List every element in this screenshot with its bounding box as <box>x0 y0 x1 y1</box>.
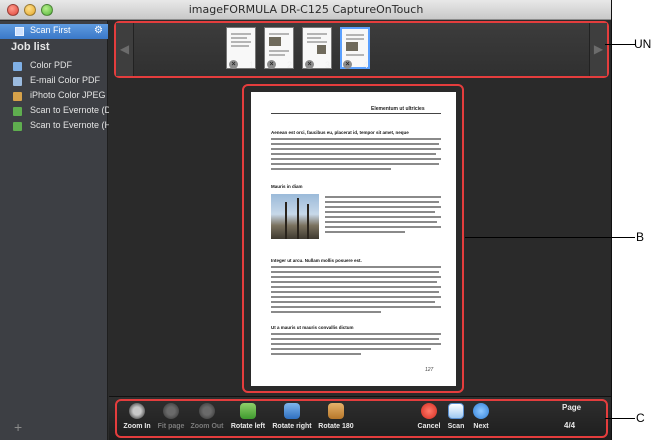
scan-first-item[interactable]: Scan First ⚙ <box>0 24 108 39</box>
sidebar-item-label: Color PDF <box>30 60 73 70</box>
rotate-right-icon <box>284 403 300 419</box>
cancel-button[interactable]: Cancel <box>415 403 443 430</box>
sidebar-item-label: iPhoto Color JPEG <box>30 90 106 100</box>
callout-label-c: C <box>636 411 645 425</box>
rotate-180-button[interactable]: Rotate 180 <box>317 403 355 430</box>
sidebar: Scan First ⚙ Job list Color PDF E-mail C… <box>0 21 119 440</box>
remove-page-icon[interactable]: × <box>305 60 314 69</box>
page-heading: Ut a mauris ut mauris convallis dictum <box>271 325 354 330</box>
evernote-icon <box>13 122 22 131</box>
page-label: Page <box>562 403 582 412</box>
page-heading: Aenean est orci, faucibus eu, placerat i… <box>271 130 409 135</box>
window-title: imageFORMULA DR-C125 CaptureOnTouch <box>188 3 424 16</box>
thumbnail-number: 1 <box>249 60 255 70</box>
sidebar-item-email-color-pdf[interactable]: E-mail Color PDF <box>0 74 108 89</box>
scan-button[interactable]: Scan <box>445 403 467 430</box>
add-job-button[interactable]: + <box>14 420 22 434</box>
rotate-left-icon <box>240 403 256 419</box>
page-heading: Mauris in diam <box>271 184 303 189</box>
callout-line-c <box>605 418 635 419</box>
rotate-right-button[interactable]: Rotate right <box>271 403 313 430</box>
cancel-icon <box>421 403 437 419</box>
job-list-heading: Job list <box>11 41 50 53</box>
sidebar-item-label: Scan to Evernote (D... <box>30 105 119 115</box>
remove-page-icon[interactable]: × <box>229 60 238 69</box>
rotate-180-icon <box>328 403 344 419</box>
scan-first-label: Scan First <box>30 25 71 35</box>
sidebar-item-label: Scan to Evernote (H... <box>30 120 119 130</box>
remove-page-icon[interactable]: × <box>267 60 276 69</box>
sidebar-item-evernote-d[interactable]: Scan to Evernote (D... <box>0 104 119 119</box>
thumbnail-strip: ◀ ▶ × 1 × 2 × 3 × 4 <box>114 21 609 78</box>
next-button[interactable]: Next <box>469 403 493 430</box>
sidebar-item-color-pdf[interactable]: Color PDF <box>0 59 108 74</box>
callout-line-a <box>605 44 635 45</box>
remove-page-icon[interactable]: × <box>343 60 352 69</box>
thumbnail-number: 2 <box>287 60 293 70</box>
sidebar-item-evernote-h[interactable]: Scan to Evernote (H... <box>0 119 119 134</box>
evernote-icon <box>13 107 22 116</box>
page-count: 4/4 <box>564 421 576 430</box>
title-bar[interactable]: imageFORMULA DR-C125 CaptureOnTouch <box>0 0 611 20</box>
rotate-left-button[interactable]: Rotate left <box>229 403 267 430</box>
mail-doc-icon <box>13 77 22 86</box>
page-photo <box>271 194 319 239</box>
thumbnail-next-button[interactable]: ▶ <box>589 23 607 76</box>
main-area: ◀ ▶ × 1 × 2 × 3 × 4 Elementum ut ultrici… <box>109 21 611 440</box>
bottom-toolbar: Zoom In Fit page Zoom Out Rotate left Ro… <box>109 396 611 440</box>
zoom-out-button[interactable]: Zoom Out <box>189 403 225 430</box>
page-number: 127 <box>425 367 434 373</box>
zoom-out-icon <box>199 403 215 419</box>
thumbnail-number: 3 <box>325 60 331 70</box>
callout-line-b <box>465 237 635 238</box>
callout-label-a: UN <box>634 37 652 51</box>
page-heading: Integer ut arcu. Nullam mollis posuere e… <box>271 258 362 263</box>
iphoto-icon <box>13 92 22 101</box>
zoom-in-icon <box>129 403 145 419</box>
page-header: Elementum ut ultricies <box>371 106 425 112</box>
callout-label-b: B <box>636 230 645 244</box>
thumbnail-prev-button[interactable]: ◀ <box>116 23 134 76</box>
next-icon <box>473 403 489 419</box>
fit-page-button[interactable]: Fit page <box>155 403 187 430</box>
scan-icon <box>448 403 464 419</box>
sidebar-item-label: E-mail Color PDF <box>30 75 101 85</box>
settings-icon[interactable]: ⚙ <box>94 25 103 37</box>
app-window: imageFORMULA DR-C125 CaptureOnTouch Scan… <box>0 0 612 440</box>
thumbnail-number: 4 <box>363 60 369 70</box>
sidebar-item-iphoto-color-jpeg[interactable]: iPhoto Color JPEG <box>0 89 108 104</box>
page-preview[interactable]: Elementum ut ultricies Aenean est orci, … <box>242 84 464 393</box>
zoom-in-button[interactable]: Zoom In <box>119 403 155 430</box>
folder-icon <box>13 62 22 71</box>
scan-first-icon <box>15 27 24 36</box>
fit-page-icon <box>163 403 179 419</box>
scanned-page: Elementum ut ultricies Aenean est orci, … <box>251 92 456 386</box>
screenshot-root: imageFORMULA DR-C125 CaptureOnTouch Scan… <box>0 0 657 440</box>
